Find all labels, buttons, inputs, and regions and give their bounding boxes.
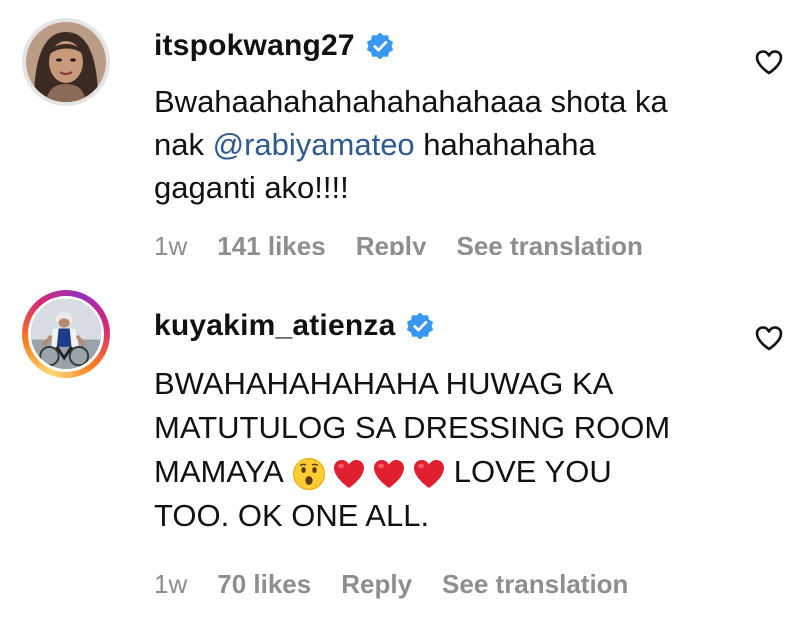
comment-text: Bwahaahahahahahahahaaa shota ka nak @rab… bbox=[154, 80, 714, 209]
comment-line: BWAHAHAHAHAHA HUWAG KA bbox=[154, 366, 614, 401]
reply-button[interactable]: Reply bbox=[341, 569, 412, 600]
red-heart-emoji bbox=[372, 457, 406, 491]
comment-line: TOO. OK ONE ALL. bbox=[154, 498, 430, 533]
reply-button[interactable]: Reply bbox=[356, 231, 427, 255]
comment-body: itspokwang27 Bwahaahahahahahahahaaa shot… bbox=[154, 26, 714, 255]
user-row: kuyakim_atienza bbox=[154, 306, 714, 346]
user-row: itspokwang27 bbox=[154, 26, 714, 66]
see-translation-link[interactable]: See translation bbox=[457, 231, 643, 255]
timestamp[interactable]: 1w bbox=[154, 231, 187, 255]
comment-text: BWAHAHAHAHAHA HUWAG KA MATUTULOG SA DRESS… bbox=[154, 362, 714, 538]
astonished-face-emoji bbox=[292, 457, 326, 491]
comment-body: kuyakim_atienza BWAHAHAHAHAHA HUWAG KA MA… bbox=[154, 306, 714, 604]
comment-line: MATUTULOG SA DRESSING ROOM bbox=[154, 410, 671, 445]
comment: itspokwang27 Bwahaahahahahahahahaaa shot… bbox=[0, 0, 800, 262]
like-heart-icon[interactable] bbox=[754, 324, 784, 352]
comment-meta: 1w 70 likes Reply See translation bbox=[154, 564, 714, 604]
timestamp[interactable]: 1w bbox=[154, 569, 187, 600]
avatar-story-ring[interactable] bbox=[22, 290, 110, 378]
see-translation-link[interactable]: See translation bbox=[442, 569, 628, 600]
comment: kuyakim_atienza BWAHAHAHAHAHA HUWAG KA MA… bbox=[0, 274, 800, 633]
comment-text-before-emoji: MAMAYA bbox=[154, 454, 284, 489]
username[interactable]: itspokwang27 bbox=[154, 29, 355, 63]
comment-text-after-emoji: LOVE YOU bbox=[453, 454, 612, 489]
likes-count[interactable]: 70 likes bbox=[217, 569, 311, 600]
comment-line: MAMAYA LOVE YOU bbox=[154, 450, 714, 494]
username[interactable]: kuyakim_atienza bbox=[154, 309, 395, 343]
mention-link[interactable]: @rabiyamateo bbox=[213, 127, 415, 162]
verified-badge-icon bbox=[365, 31, 395, 61]
avatar-image bbox=[28, 296, 104, 372]
avatar-image bbox=[26, 22, 106, 102]
comment-meta: 1w 141 likes Reply See translation bbox=[154, 231, 714, 255]
red-heart-emoji bbox=[412, 457, 446, 491]
emoji-group bbox=[292, 457, 446, 491]
like-heart-icon[interactable] bbox=[754, 48, 784, 76]
red-heart-emoji bbox=[332, 457, 366, 491]
avatar[interactable] bbox=[22, 18, 110, 106]
verified-badge-icon bbox=[405, 311, 435, 341]
likes-count[interactable]: 141 likes bbox=[217, 231, 325, 255]
